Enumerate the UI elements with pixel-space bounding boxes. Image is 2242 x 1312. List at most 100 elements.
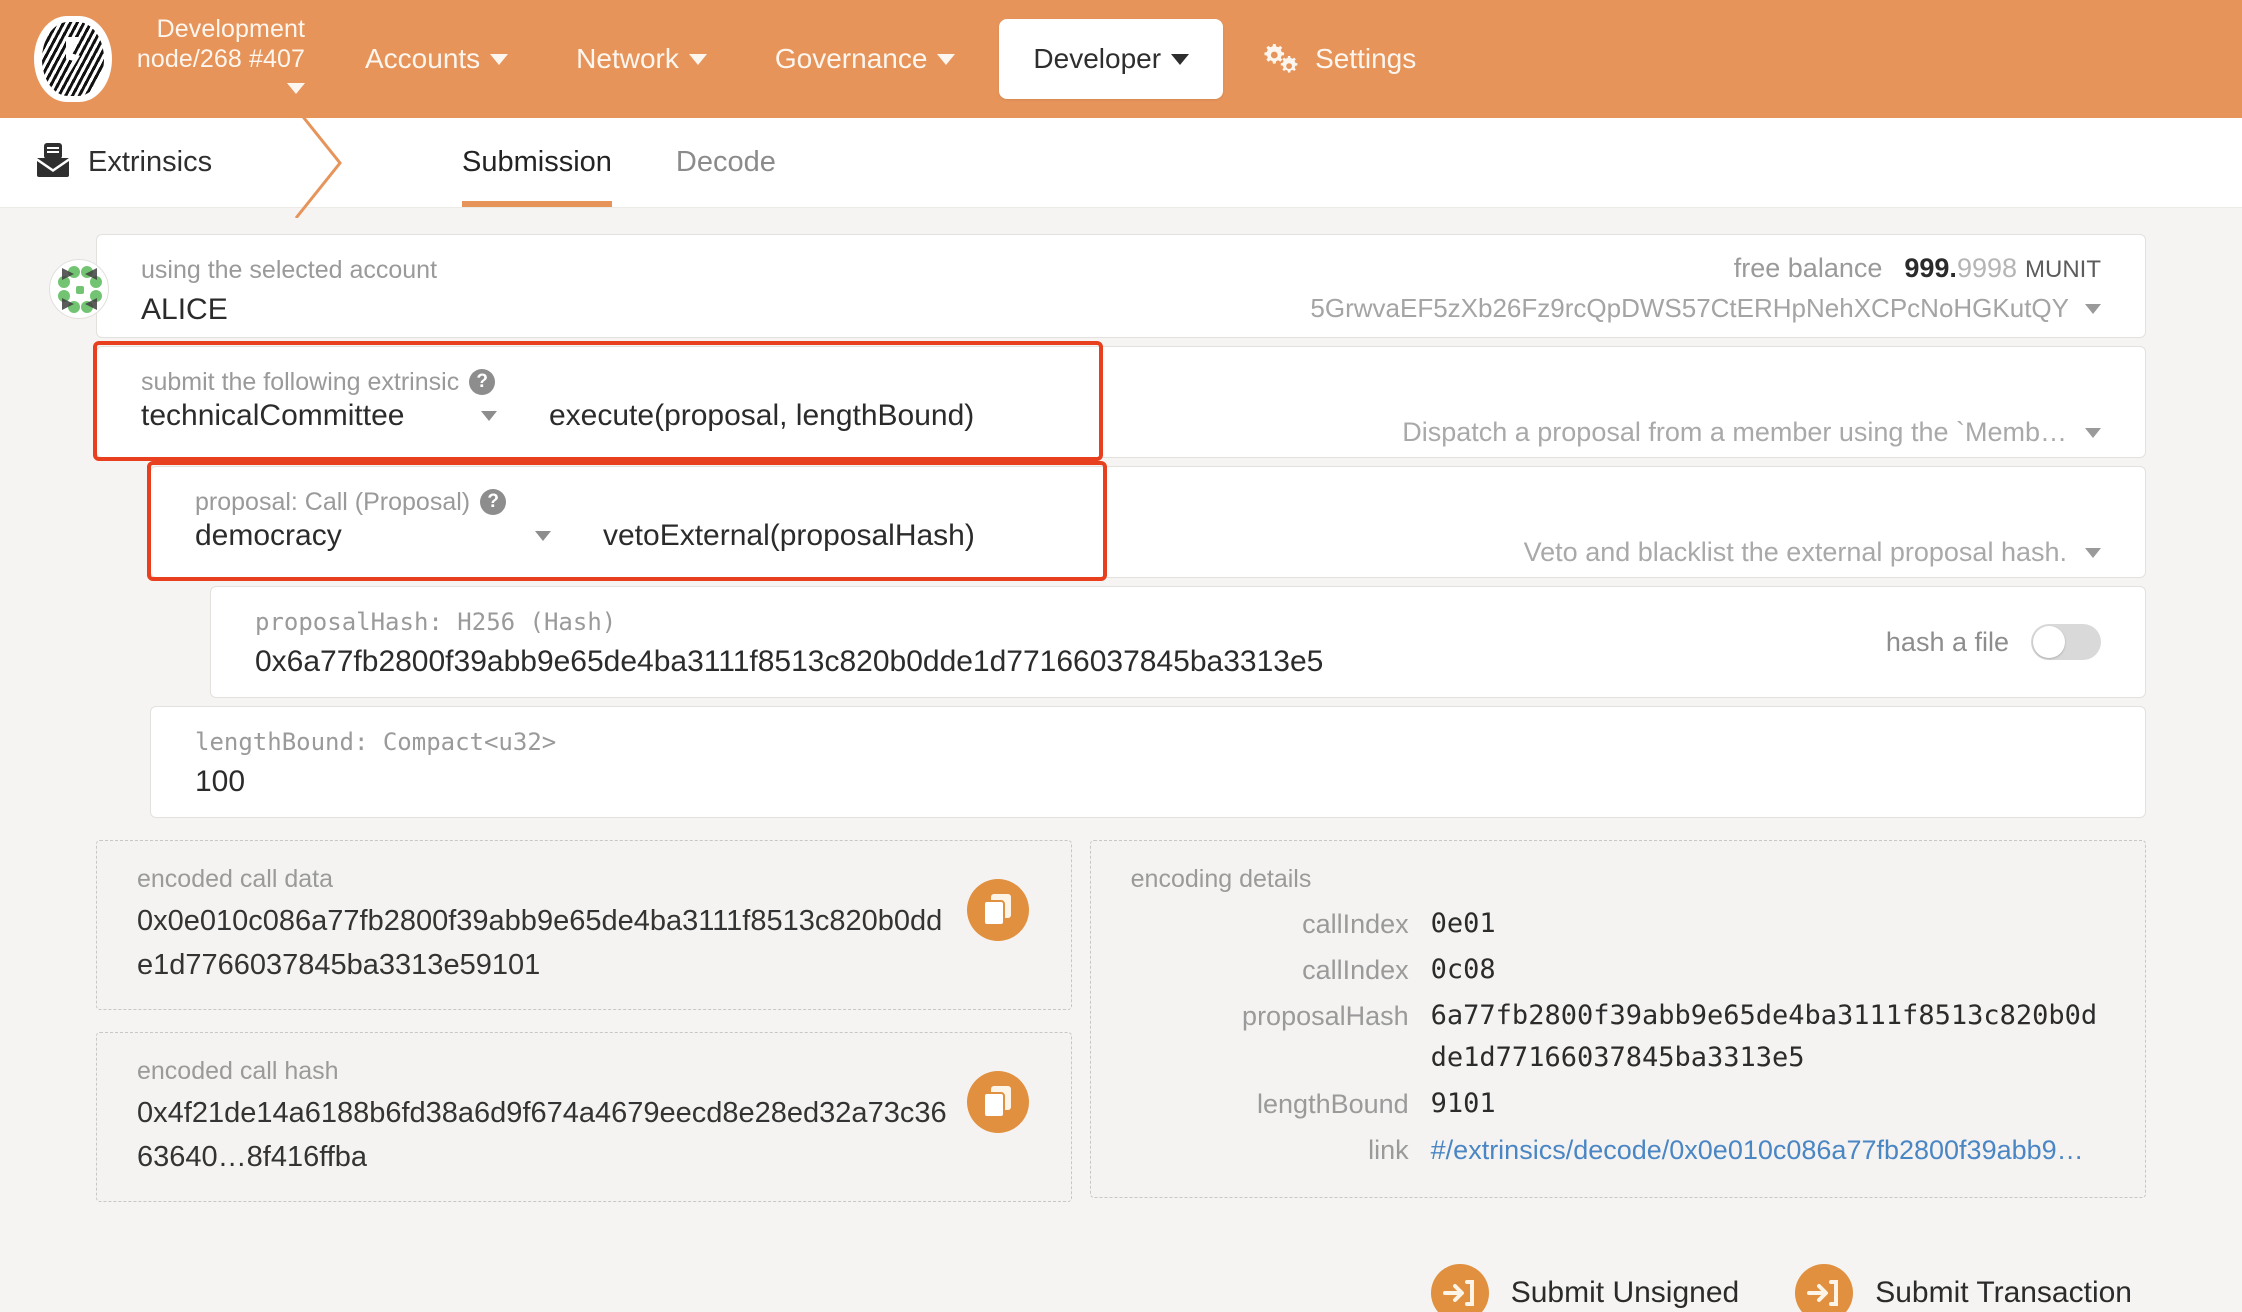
copy-encoded-call-hash-button[interactable] xyxy=(966,1071,1029,1133)
proposal-description[interactable]: Veto and blacklist the external proposal… xyxy=(1524,529,2101,575)
proposal-hash-input[interactable]: 0x6a77fb2800f39abb9e65de4ba3111f8513c820… xyxy=(255,639,1886,685)
nav-label: Developer xyxy=(1033,43,1162,74)
proposal-pallet-select[interactable]: democracy xyxy=(195,519,535,553)
chain-selector[interactable]: Development node/268 #407 xyxy=(130,14,305,104)
tab-list: Submission Decode xyxy=(430,118,808,207)
nav-item-network[interactable]: Network xyxy=(542,43,741,75)
extrinsic-label-text: submit the following extrinsic xyxy=(141,368,460,396)
detail-value: 6a77fb2800f39abb9e65de4ba3111f8513c820b0… xyxy=(1430,1000,2098,1073)
breadcrumb-chevron-icon xyxy=(294,108,342,218)
extrinsic-pallet-select[interactable]: technicalCommittee xyxy=(141,399,481,433)
submit-unsigned-label: Submit Unsigned xyxy=(1510,1276,1740,1309)
encoded-call-data-panel: encoded call data 0x0e010c086a77fb2800f3… xyxy=(96,840,1072,1010)
main-content: using the selected account ALICE free ba… xyxy=(0,208,2242,1312)
toggle-knob xyxy=(2033,626,2065,658)
account-address[interactable]: 5GrwvaEF5zXb26Fz9rcQpDWS57CtERHpNehXCPcN… xyxy=(1310,284,2101,332)
balance-integer: 999. xyxy=(1904,253,1957,283)
app-logo[interactable] xyxy=(30,16,116,102)
avatar[interactable] xyxy=(49,259,109,319)
settings-label: Settings xyxy=(1315,43,1417,74)
main-nav: Accounts Network Governance Developer xyxy=(331,19,1233,99)
substrate-logo-icon xyxy=(34,16,112,102)
tab-submission[interactable]: Submission xyxy=(430,118,644,207)
hash-a-file-label: hash a file xyxy=(1885,626,2009,657)
length-bound-input[interactable]: 100 xyxy=(195,759,2145,805)
section-bar: Extrinsics Submission Decode xyxy=(0,108,2242,218)
encoding-details-panel: encoding details callIndex 0e01 callInde… xyxy=(1089,840,2146,1198)
submit-transaction-label: Submit Transaction xyxy=(1875,1276,2132,1309)
chain-name-label: Development node/268 #407 xyxy=(136,15,305,73)
footer-actions: Submit Unsigned Submit Transaction xyxy=(0,1264,2132,1312)
encoded-call-data-value: 0x0e010c086a77fb2800f39abb9e65de4ba3111f… xyxy=(137,905,943,981)
extrinsics-icon xyxy=(36,142,70,183)
proposal-card: proposal: Call (Proposal)? democracy vet… xyxy=(147,461,2146,581)
encoded-call-hash-title: encoded call hash xyxy=(137,1057,339,1085)
help-icon[interactable]: ? xyxy=(480,489,507,515)
extrinsic-label: submit the following extrinsic? xyxy=(141,365,1402,399)
proposal-selector: democracy vetoExternal(proposalHash) xyxy=(195,519,1524,553)
balance-decimal: 9998 xyxy=(1956,253,2018,283)
toggle-switch[interactable] xyxy=(2031,624,2101,660)
encoded-column: encoded call data 0x0e010c086a77fb2800f3… xyxy=(96,840,1072,1224)
detail-key: lengthBound xyxy=(1257,1089,1409,1119)
section-extrinsics[interactable]: Extrinsics xyxy=(0,142,300,183)
detail-value: 0c08 xyxy=(1430,954,1496,985)
detail-row: proposalHash 6a77fb2800f39abb9e65de4ba31… xyxy=(1101,995,2105,1079)
account-name[interactable]: ALICE xyxy=(141,287,1310,333)
nav-item-accounts[interactable]: Accounts xyxy=(331,43,542,75)
proposal-label-text: proposal: Call (Proposal) xyxy=(195,488,471,516)
detail-row: callIndex 0c08 xyxy=(1101,949,2105,991)
chevron-down-icon xyxy=(2085,548,2101,558)
chevron-down-icon xyxy=(535,531,551,541)
extrinsic-method-select[interactable]: execute(proposal, lengthBound) xyxy=(549,399,974,433)
length-bound-label: lengthBound: Compact<u32> xyxy=(195,728,557,756)
free-balance: free balance 999.9998 MUNIT xyxy=(1310,253,2101,284)
encoded-call-hash-panel: encoded call hash 0x4f21de14a6188b6fd38a… xyxy=(96,1032,1072,1202)
account-card: using the selected account ALICE free ba… xyxy=(49,234,2146,338)
proposal-label: proposal: Call (Proposal)? xyxy=(195,485,1524,519)
detail-row: callIndex 0e01 xyxy=(1101,903,2105,945)
chevron-down-icon xyxy=(2085,304,2101,314)
detail-key: callIndex xyxy=(1302,909,1409,939)
chevron-down-icon xyxy=(937,54,956,65)
top-navigation-bar: Development node/268 #407 Accounts Netwo… xyxy=(0,0,2242,118)
chevron-down-icon xyxy=(688,54,707,65)
tab-decode[interactable]: Decode xyxy=(644,118,808,207)
nav-item-governance[interactable]: Governance xyxy=(741,43,990,75)
tab-label: Submission xyxy=(462,146,612,178)
proposal-method-select[interactable]: vetoExternal(proposalHash) xyxy=(603,519,975,553)
section-label: Extrinsics xyxy=(88,146,213,178)
proposal-hash-label: proposalHash: H256 (Hash) xyxy=(255,608,617,636)
proposal-hash-card: proposalHash: H256 (Hash) 0x6a77fb2800f3… xyxy=(210,586,2146,698)
detail-link[interactable]: #/extrinsics/decode/0x0e010c086a77fb2800… xyxy=(1431,1129,2084,1171)
help-icon[interactable]: ? xyxy=(469,369,496,395)
encoding-panels: encoded call data 0x0e010c086a77fb2800f3… xyxy=(96,840,2146,1224)
encoding-details-title: encoding details xyxy=(1130,865,1312,893)
hash-a-file-toggle[interactable]: hash a file xyxy=(1886,587,2101,697)
detail-row: link #/extrinsics/decode/0x0e010c086a77f… xyxy=(1101,1129,2105,1171)
encoded-call-hash-value: 0x4f21de14a6188b6fd38a6d9f674a4679eecd8e… xyxy=(137,1097,947,1173)
encoded-call-data-title: encoded call data xyxy=(137,865,333,893)
nav-item-settings[interactable]: Settings xyxy=(1259,42,1416,76)
detail-value: 9101 xyxy=(1430,1088,1496,1119)
copy-icon xyxy=(982,894,1011,926)
gear-icon xyxy=(1259,42,1305,76)
chevron-down-icon xyxy=(1171,54,1190,65)
address-text: 5GrwvaEF5zXb26Fz9rcQpDWS57CtERHpNehXCPcN… xyxy=(1310,293,2069,323)
tab-label: Decode xyxy=(675,146,776,178)
balance-unit: MUNIT xyxy=(2025,256,2101,283)
submit-unsigned-button[interactable]: Submit Unsigned xyxy=(1430,1264,1740,1312)
nav-item-developer[interactable]: Developer xyxy=(999,19,1224,99)
proposal-description-text: Veto and blacklist the external proposal… xyxy=(1523,537,2067,567)
copy-encoded-call-data-button[interactable] xyxy=(966,879,1029,941)
detail-key: proposalHash xyxy=(1242,1001,1409,1031)
free-balance-label: free balance xyxy=(1733,253,1883,283)
detail-value: 0e01 xyxy=(1430,908,1496,939)
copy-icon xyxy=(982,1086,1011,1118)
nav-label: Accounts xyxy=(365,43,481,74)
extrinsic-description-text: Dispatch a proposal from a member using … xyxy=(1402,417,2067,447)
submit-transaction-button[interactable]: Submit Transaction xyxy=(1795,1264,2132,1312)
length-bound-card: lengthBound: Compact<u32> 100 xyxy=(150,706,2146,818)
extrinsic-description[interactable]: Dispatch a proposal from a member using … xyxy=(1402,409,2101,455)
detail-key: link xyxy=(1368,1135,1409,1165)
